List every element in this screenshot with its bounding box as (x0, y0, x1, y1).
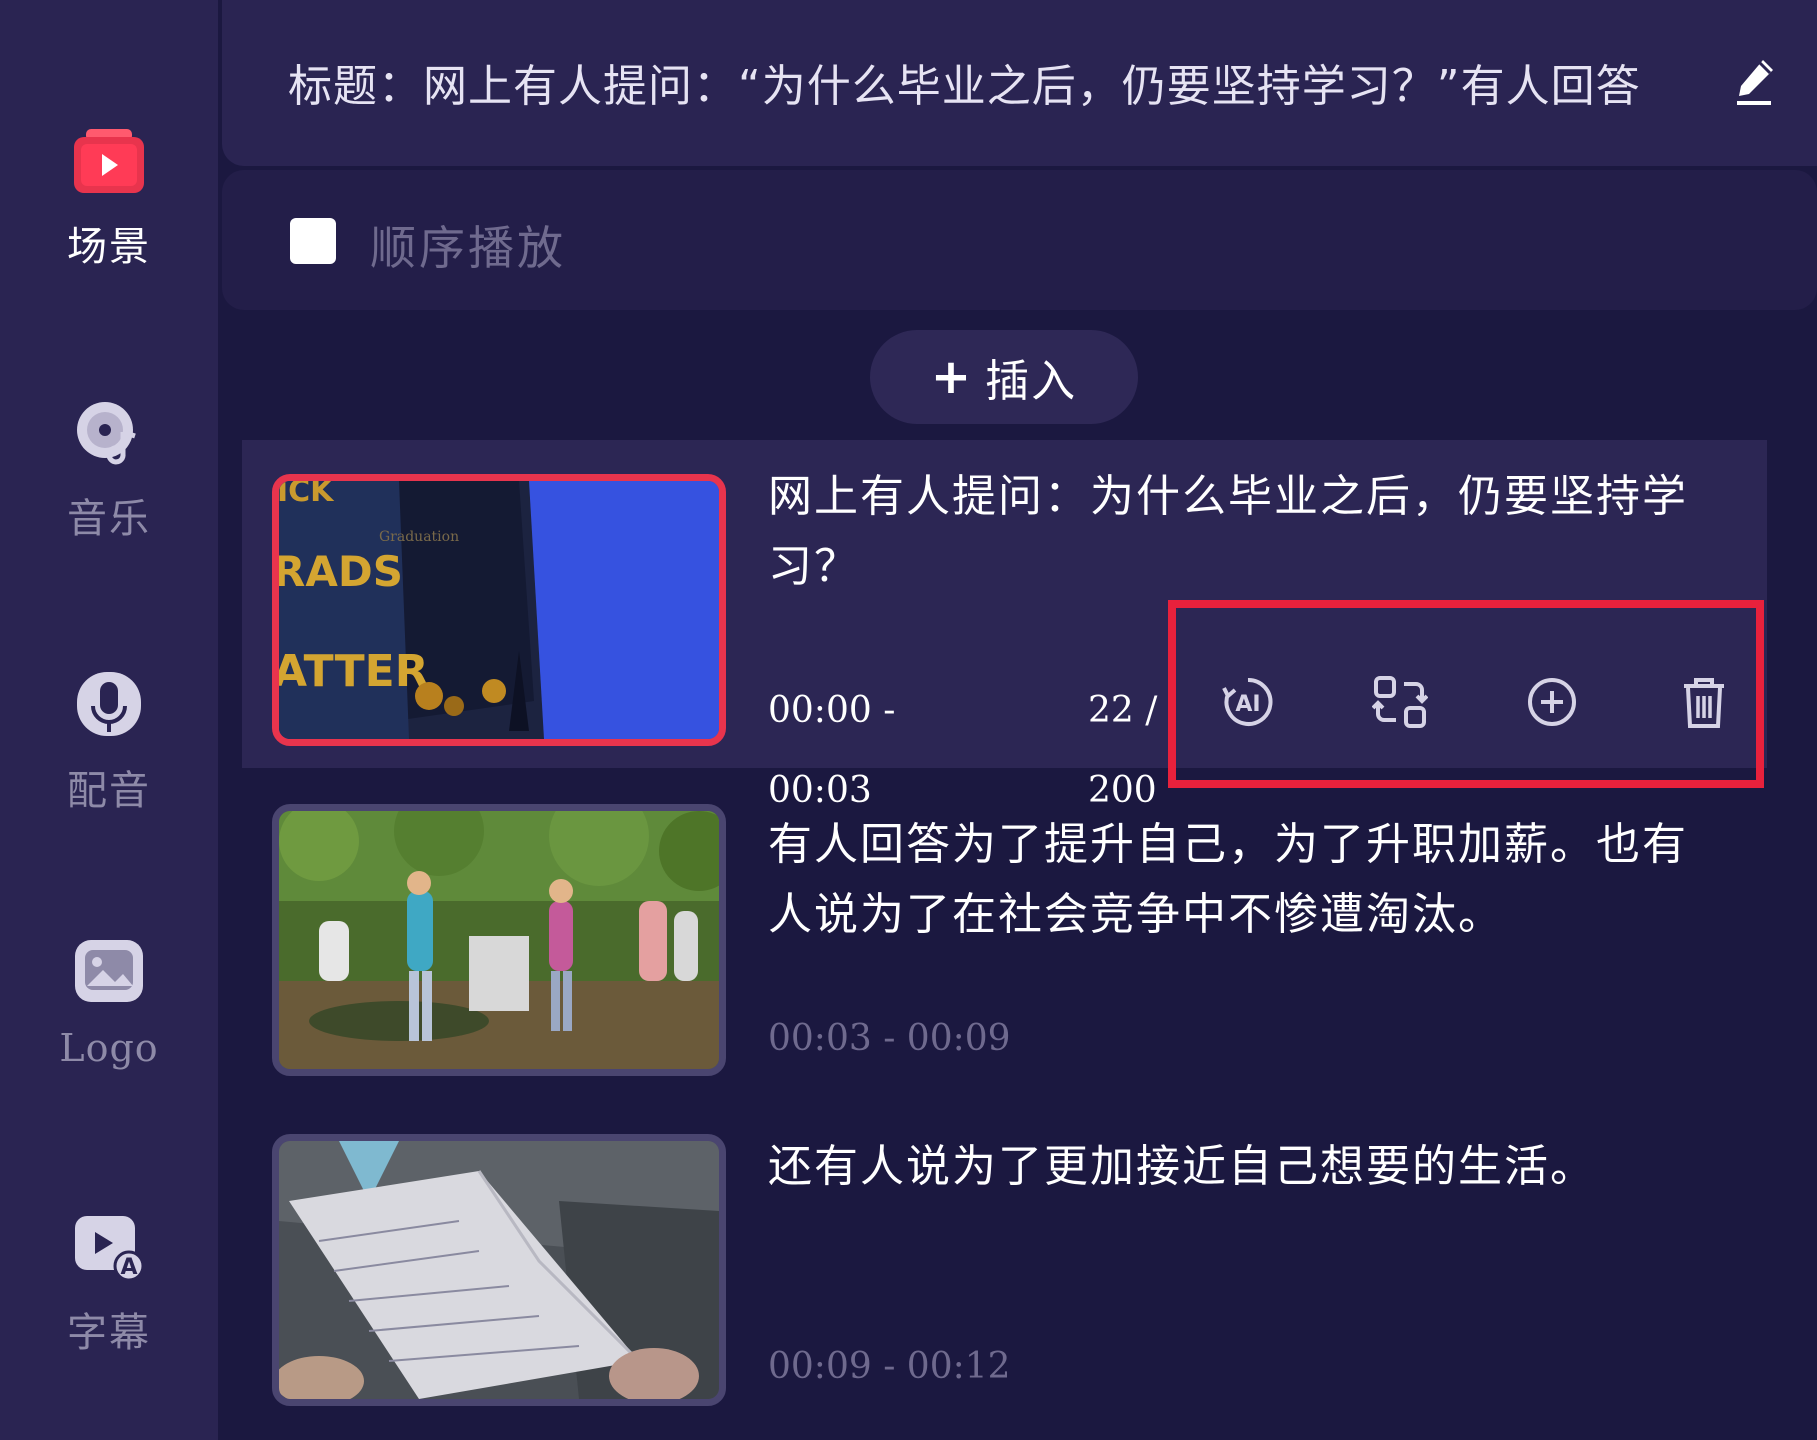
svg-text:AI: AI (1235, 692, 1260, 717)
music-icon (69, 392, 149, 472)
sequential-play-row: 顺序播放 (222, 170, 1817, 310)
insert-button[interactable]: + 插入 (870, 330, 1138, 424)
scene-text[interactable]: 网上有人提问：为什么毕业之后，仍要坚持学习？ (768, 462, 1708, 602)
scene-time: 00:09 - 00:12 (768, 1346, 1011, 1387)
sidebar-item-music[interactable]: 音乐 (0, 392, 218, 544)
svg-text:ATTER: ATTER (279, 646, 429, 697)
scene-thumbnail[interactable]: ICK RADS ATTER Graduation (272, 474, 726, 746)
title-bar: 标题：网上有人提问：“为什么毕业之后，仍要坚持学习？”有人回答 (222, 0, 1817, 166)
sidebar-item-label: 字幕 (67, 1310, 151, 1356)
ai-rewrite-icon[interactable]: AI (1220, 674, 1276, 730)
char-count: 22 / (1088, 690, 1158, 731)
delete-icon[interactable] (1676, 674, 1732, 730)
sidebar-item-label: 音乐 (67, 496, 151, 542)
scene-time: 00:03 - 00:09 (768, 1018, 1011, 1059)
svg-text:RADS: RADS (279, 547, 403, 596)
scene-thumbnail[interactable] (272, 804, 726, 1076)
sidebar-item-label: 配音 (67, 768, 151, 814)
scene-actions-toolbar: AI (1168, 600, 1764, 788)
scene-card[interactable]: 还有人说为了更加接近自己想要的生活。 00:09 - 00:12 (242, 1132, 1767, 1422)
microphone-icon (69, 664, 149, 744)
sidebar-item-label: 场景 (67, 224, 151, 270)
sidebar-item-label: Logo (59, 1026, 159, 1070)
subtitle-icon: A (69, 1206, 149, 1286)
video-title[interactable]: 标题：网上有人提问：“为什么毕业之后，仍要坚持学习？”有人回答 (288, 50, 1728, 114)
svg-text:Graduation: Graduation (379, 529, 459, 545)
sidebar-item-logo[interactable]: Logo (0, 932, 218, 1070)
sequential-play-checkbox[interactable] (290, 218, 336, 264)
sidebar-item-scene[interactable]: 场景 (0, 120, 218, 272)
plus-icon: + (930, 349, 972, 405)
sequential-play-label: 顺序播放 (370, 221, 566, 275)
image-icon (69, 932, 149, 1012)
insert-button-label: 插入 (985, 356, 1078, 407)
app-root: 场景 音乐 配音 Logo A 字幕 标题：网上有人提问：“为什么毕业之后，仍要… (0, 0, 1817, 1440)
scene-text[interactable]: 有人回答为了提升自己，为了升职加薪。也有人说为了在社会竞争中不惨遭淘汰。 (768, 810, 1708, 950)
add-scene-icon[interactable] (1524, 674, 1580, 730)
scene-card[interactable]: 有人回答为了提升自己，为了升职加薪。也有人说为了在社会竞争中不惨遭淘汰。 00:… (242, 800, 1767, 1090)
svg-text:A: A (120, 1255, 137, 1280)
pencil-icon[interactable] (1733, 56, 1777, 106)
scene-thumbnail[interactable] (272, 1134, 726, 1406)
svg-text:ICK: ICK (279, 481, 335, 509)
sidebar: 场景 音乐 配音 Logo A 字幕 (0, 0, 218, 1440)
replace-media-icon[interactable] (1372, 674, 1428, 730)
scene-time-start: 00:00 - (768, 690, 896, 731)
sidebar-item-subtitle[interactable]: A 字幕 (0, 1206, 218, 1358)
sidebar-item-voiceover[interactable]: 配音 (0, 664, 218, 816)
scene-icon (69, 120, 149, 200)
scene-text[interactable]: 还有人说为了更加接近自己想要的生活。 (768, 1132, 1708, 1202)
